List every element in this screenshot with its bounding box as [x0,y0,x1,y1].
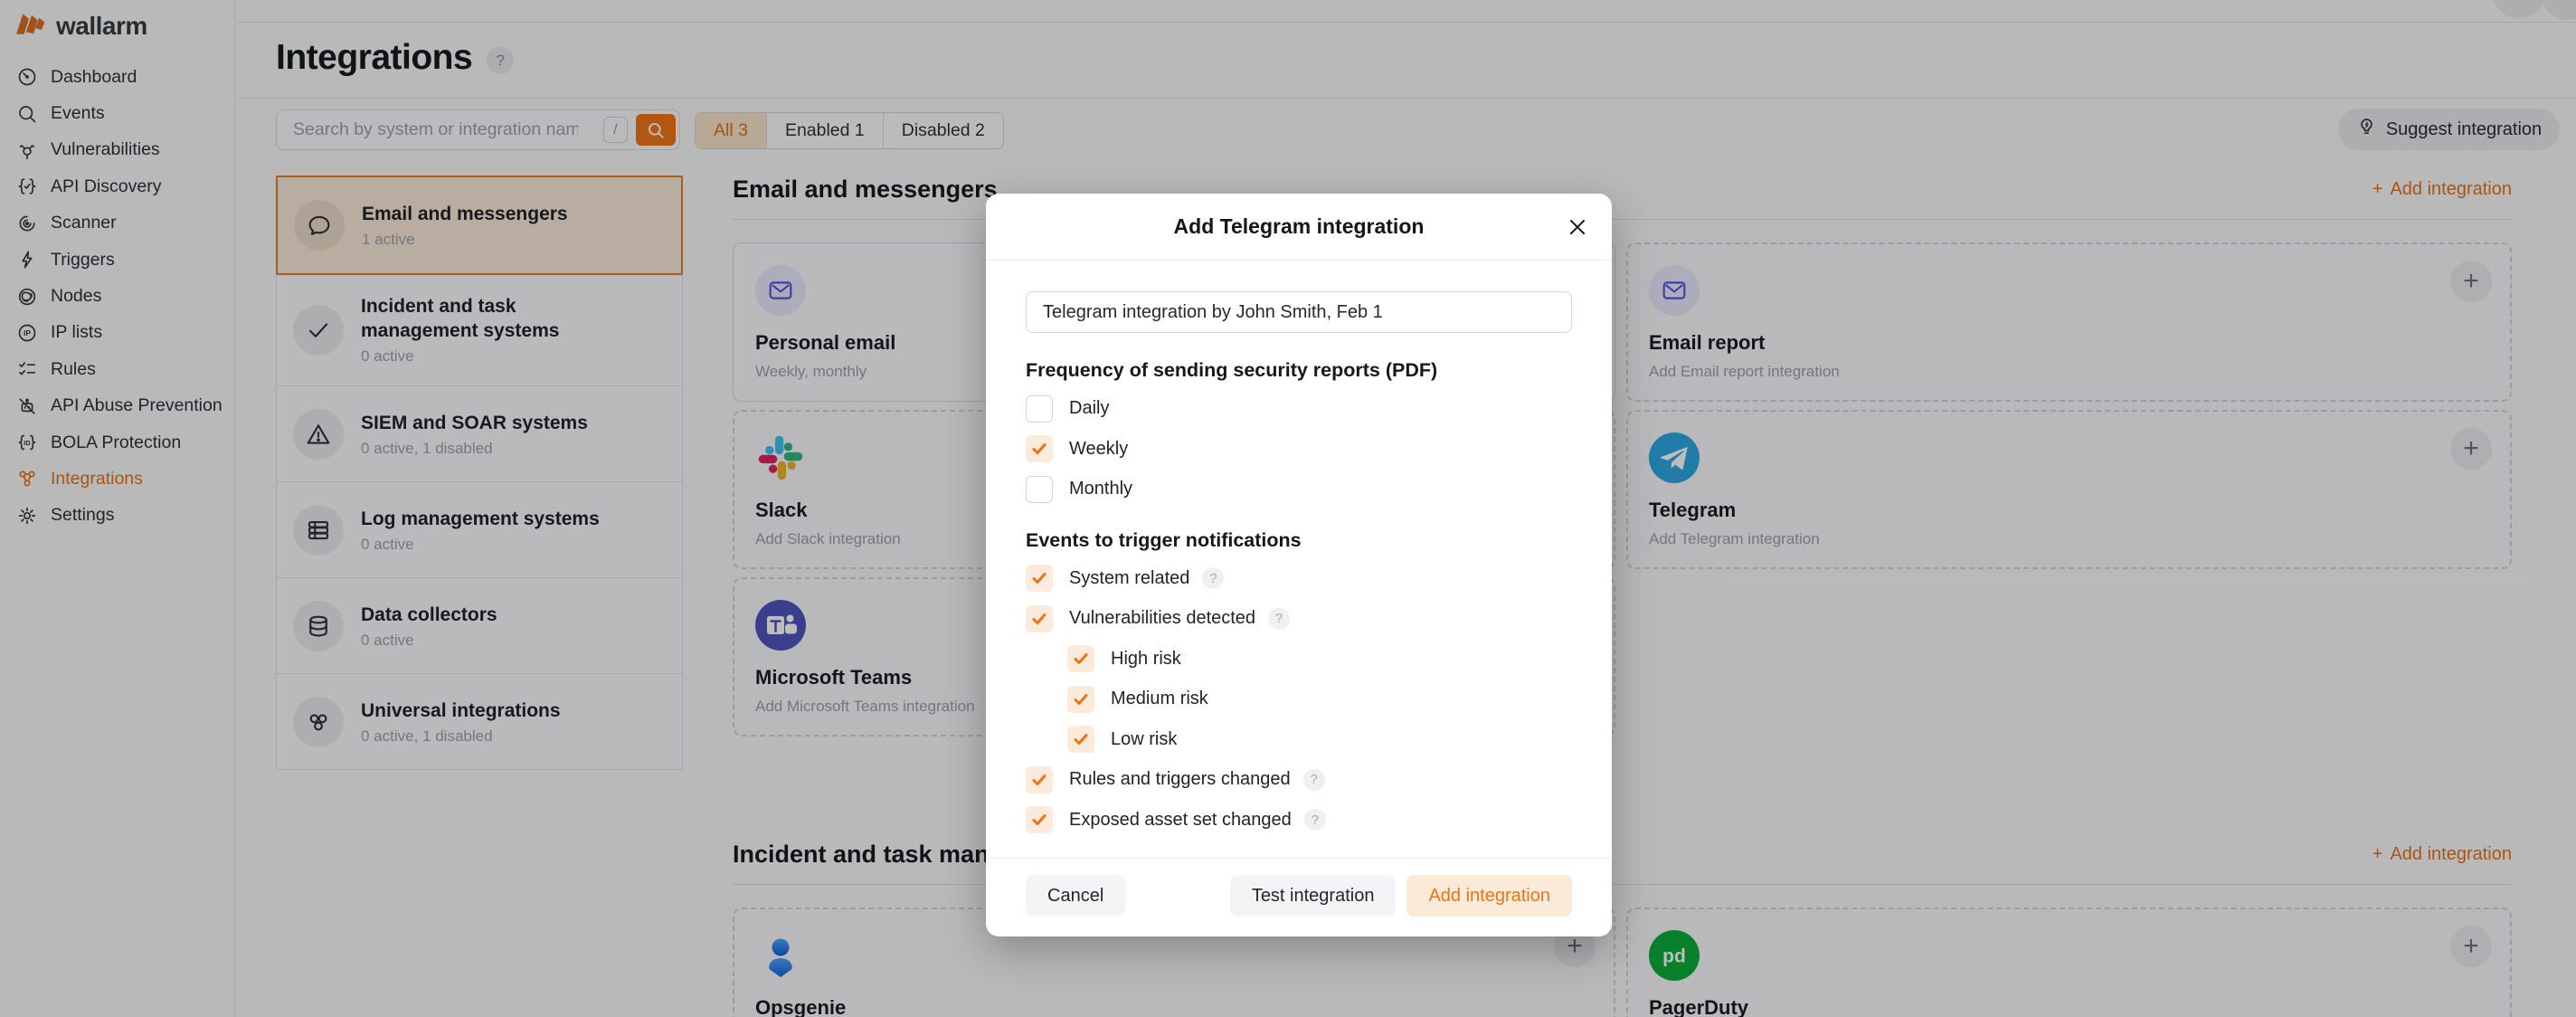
checkbox-row-medium-risk: Medium risk [1067,686,1572,713]
system-related-checkbox[interactable] [1026,565,1053,592]
cancel-button[interactable]: Cancel [1026,875,1125,917]
checkbox-row-exposed-assets: Exposed asset set changed ? [1026,806,1572,833]
vulnerabilities-detected-checkbox[interactable] [1026,605,1053,632]
frequency-heading: Frequency of sending security reports (P… [1026,359,1572,382]
checkbox-row-system-related: System related ? [1026,565,1572,592]
checkbox-row-high-risk: High risk [1067,645,1572,672]
add-telegram-modal: Add Telegram integration Frequency of se… [986,194,1612,936]
integrations-page: wallarm Dashboard Events Vulnerabilities… [0,0,2576,1017]
test-integration-button[interactable]: Test integration [1230,875,1397,917]
events-heading: Events to trigger notifications [1026,529,1572,552]
weekly-checkbox[interactable] [1026,435,1053,462]
checkbox-row-weekly: Weekly [1026,435,1572,462]
add-integration-button[interactable]: Add integration [1406,875,1572,917]
checkbox-row-vulnerabilities-detected: Vulnerabilities detected ? [1026,605,1572,632]
checkbox-row-monthly: Monthly [1026,476,1572,503]
close-icon[interactable] [1565,214,1590,240]
checkbox-row-daily: Daily [1026,395,1572,423]
high-risk-checkbox[interactable] [1067,645,1094,672]
low-risk-checkbox[interactable] [1067,726,1094,753]
monthly-checkbox[interactable] [1026,476,1053,503]
help-icon[interactable]: ? [1304,809,1326,831]
medium-risk-checkbox[interactable] [1067,686,1094,713]
exposed-assets-checkbox[interactable] [1026,806,1053,833]
daily-checkbox[interactable] [1026,395,1053,423]
help-icon[interactable]: ? [1303,769,1325,791]
help-icon[interactable]: ? [1268,608,1290,630]
rules-triggers-checkbox[interactable] [1026,766,1053,794]
integration-name-input[interactable] [1026,291,1572,333]
checkbox-row-rules-triggers: Rules and triggers changed ? [1026,766,1572,794]
checkbox-row-low-risk: Low risk [1067,726,1572,753]
help-icon[interactable]: ? [1202,567,1224,589]
modal-title: Add Telegram integration [1174,214,1425,239]
